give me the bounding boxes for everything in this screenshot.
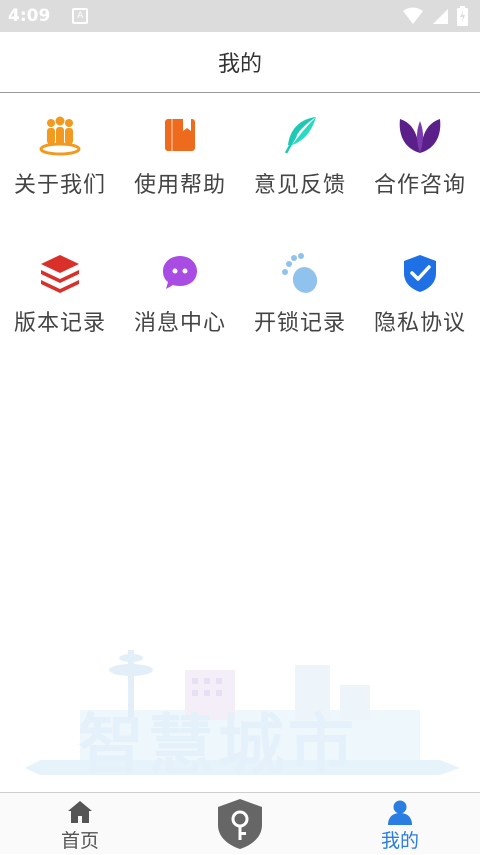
menu-item-label: 版本记录 [13, 311, 106, 336]
menu-item-label: 消息中心 [133, 311, 226, 336]
menu-item-label: 合作咨询 [373, 173, 466, 198]
chat-icon [158, 251, 202, 295]
footprint-icon [278, 251, 322, 295]
tab-home[interactable]: 首页 [40, 793, 120, 854]
menu-item-label: 隐私协议 [373, 311, 466, 336]
menu-grid: 关于我们 使用帮助 意见反馈 合作咨询 版本记录 消息中心 开锁记录 隐私协议 [0, 113, 480, 337]
menu-item-label: 关于我们 [13, 173, 106, 198]
page-title: 我的 [217, 52, 262, 77]
smart-city-banner: 智慧城市 [20, 640, 460, 790]
key-shield-icon [218, 799, 262, 849]
shield-check-icon [398, 251, 442, 295]
menu-item-privacy-policy[interactable]: 隐私协议 [360, 251, 480, 337]
menu-item-message-center[interactable]: 消息中心 [120, 251, 240, 337]
user-icon [386, 799, 414, 825]
battery-icon [457, 6, 468, 26]
menu-item-version-history[interactable]: 版本记录 [0, 251, 120, 337]
layers-icon [38, 251, 82, 295]
leaf-icon [398, 113, 442, 157]
menu-item-feedback[interactable]: 意见反馈 [240, 113, 360, 199]
menu-item-label: 意见反馈 [253, 173, 346, 198]
tab-mine-label: 我的 [380, 830, 419, 852]
status-time: 4:09 [8, 6, 51, 26]
people-icon [38, 113, 82, 157]
tab-home-label: 首页 [60, 830, 99, 852]
status-bar: 4:09 A [0, 0, 480, 32]
menu-item-label: 开锁记录 [253, 311, 346, 336]
page-header: 我的 [0, 32, 480, 93]
menu-item-help[interactable]: 使用帮助 [120, 113, 240, 199]
banner-text: 智慧城市 [78, 707, 358, 784]
feather-icon [278, 113, 322, 157]
menu-item-unlock-records[interactable]: 开锁记录 [240, 251, 360, 337]
menu-item-about-us[interactable]: 关于我们 [0, 113, 120, 199]
menu-item-label: 使用帮助 [133, 173, 226, 198]
book-icon [158, 113, 202, 157]
home-icon [66, 799, 94, 825]
menu-item-cooperation[interactable]: 合作咨询 [360, 113, 480, 199]
status-icons [403, 6, 468, 26]
wifi-icon [403, 7, 423, 24]
unlock-button[interactable] [214, 797, 266, 851]
tab-mine[interactable]: 我的 [360, 793, 440, 854]
notification-icon: A [72, 8, 89, 24]
signal-icon [433, 9, 448, 24]
bottom-tab-bar: 首页 我的 [0, 792, 480, 854]
